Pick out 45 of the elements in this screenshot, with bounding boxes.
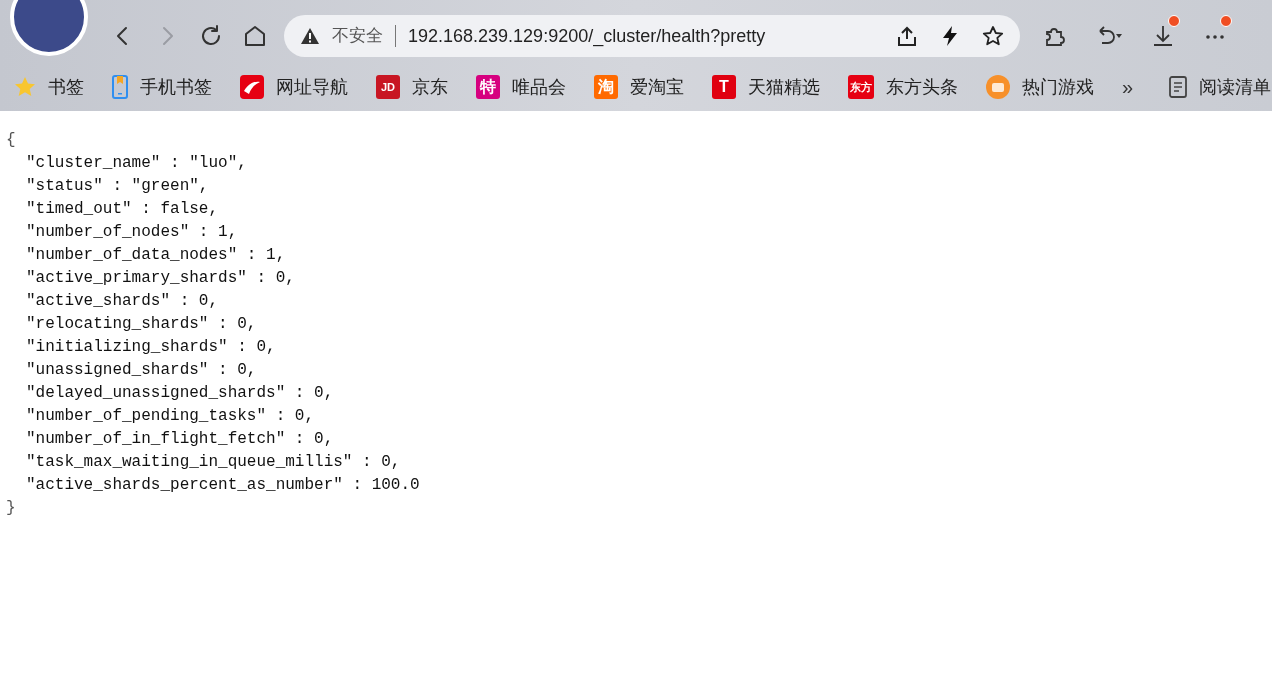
avatar[interactable] <box>10 0 88 56</box>
lightning-icon[interactable] <box>940 25 960 47</box>
json-brace: { <box>6 130 16 151</box>
home-icon[interactable] <box>242 23 268 49</box>
bookmark-item[interactable]: 特 唯品会 <box>476 73 566 101</box>
bookmark-item[interactable]: 手机书签 <box>112 73 212 101</box>
bookmark-item[interactable]: 网址导航 <box>240 73 348 101</box>
json-line: "active_shards_percent_as_number" : 100.0 <box>25 475 420 496</box>
star-icon <box>14 76 36 98</box>
json-line: "unassigned_shards" : 0, <box>25 360 257 381</box>
overflow-button[interactable]: » <box>1122 72 1134 102</box>
logo-badge: 特 <box>476 75 500 99</box>
logo-badge: 淘 <box>594 75 618 99</box>
url-text: 192.168.239.129:9200/_cluster/health?pretty <box>408 24 766 49</box>
json-line: "delayed_unassigned_shards" : 0, <box>25 383 334 404</box>
json-line: "active_shards" : 0, <box>25 291 219 312</box>
bookmark-item[interactable]: 热门游戏 <box>986 73 1094 101</box>
json-line: "task_max_waiting_in_queue_millis" : 0, <box>25 452 401 473</box>
bookmark-item[interactable]: 东方 东方头条 <box>848 73 958 101</box>
json-line: "number_of_nodes" : 1, <box>25 222 238 243</box>
bookmark-item[interactable]: 淘 爱淘宝 <box>594 73 684 101</box>
json-brace: } <box>6 498 16 519</box>
address-bar[interactable]: 不安全 192.168.239.129:9200/_cluster/health?pretty <box>284 15 1020 57</box>
json-line: "number_of_pending_tasks" : 0, <box>25 406 315 427</box>
json-line: "cluster_name" : "luo", <box>25 153 247 174</box>
logo-badge: 东方 <box>848 75 874 99</box>
json-line: "initializing_shards" : 0, <box>25 337 276 358</box>
document-icon <box>1169 76 1188 98</box>
json-line: "number_of_in_flight_fetch" : 0, <box>25 429 334 450</box>
share-icon[interactable] <box>896 25 918 47</box>
bookmark-item[interactable]: 书签 <box>14 73 84 101</box>
phone-icon <box>112 75 128 99</box>
star-icon[interactable] <box>982 25 1004 47</box>
json-line: "relocating_shards" : 0, <box>25 314 257 335</box>
json-line: "number_of_data_nodes" : 1, <box>25 245 286 266</box>
security-label: 不安全 <box>332 25 383 48</box>
warning-icon <box>300 27 320 45</box>
json-line: "status" : "green", <box>25 176 209 197</box>
bookmark-item[interactable]: JD 京东 <box>376 73 448 101</box>
reading-list-button[interactable]: 阅读清单 <box>1169 73 1272 101</box>
logo-badge: T <box>712 75 736 99</box>
json-line: "timed_out" : false, <box>25 199 219 220</box>
logo-badge: JD <box>376 75 400 99</box>
json-line: "active_primary_shards" : 0, <box>25 268 295 289</box>
bookmark-item[interactable]: T 天猫精选 <box>712 73 820 101</box>
